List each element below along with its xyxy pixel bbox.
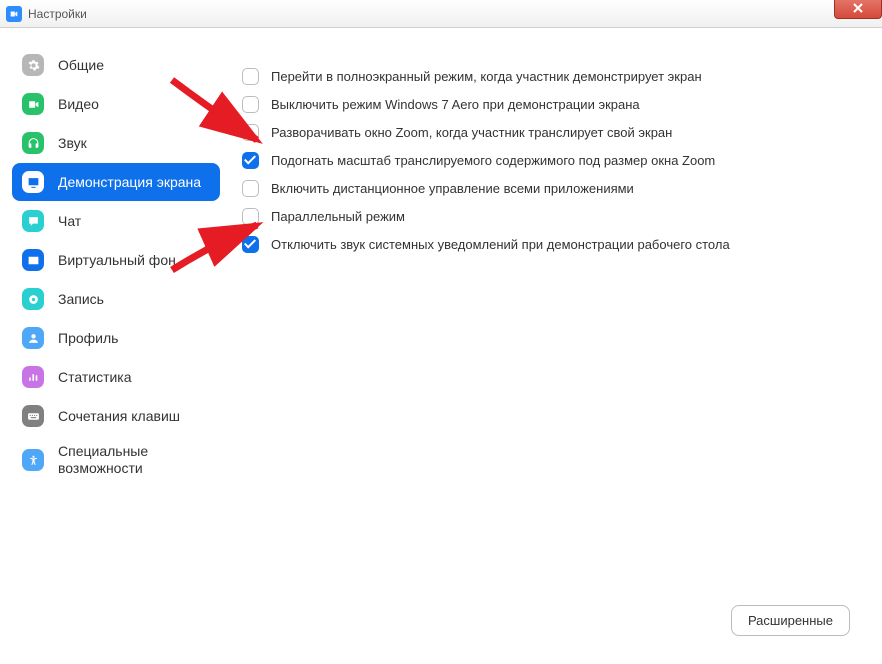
record-icon [22,288,44,310]
video-icon [22,93,44,115]
option-label: Перейти в полноэкранный режим, когда уча… [271,69,702,84]
sidebar-item-label: Общие [58,57,104,74]
sidebar-item-7[interactable]: Профиль [12,319,220,357]
sidebar-item-label: Статистика [58,369,132,386]
sidebar-item-8[interactable]: Статистика [12,358,220,396]
virtual-bg-icon [22,249,44,271]
sidebar-item-label: Звук [58,135,87,152]
chat-icon [22,210,44,232]
option-label: Параллельный режим [271,209,405,224]
option-row-1: Выключить режим Windows 7 Aero при демон… [242,96,852,113]
options-list: Перейти в полноэкранный режим, когда уча… [232,68,852,253]
close-button[interactable] [834,0,882,19]
sidebar-item-label: Профиль [58,330,118,347]
keyboard-icon [22,405,44,427]
option-row-0: Перейти в полноэкранный режим, когда уча… [242,68,852,85]
sidebar-item-label: Чат [58,213,81,230]
option-checkbox-3[interactable] [242,152,259,169]
sidebar-item-9[interactable]: Сочетания клавиш [12,397,220,435]
sidebar-item-5[interactable]: Виртуальный фон [12,241,220,279]
profile-icon [22,327,44,349]
option-label: Подогнать масштаб транслируемого содержи… [271,153,715,168]
stats-icon [22,366,44,388]
option-checkbox-6[interactable] [242,236,259,253]
option-label: Включить дистанционное управление всеми … [271,181,634,196]
option-label: Разворачивать окно Zoom, когда участник … [271,125,672,140]
content-area: Общие Видео Звук Демонстрация экрана Чат Вирт… [0,28,882,664]
option-row-2: Разворачивать окно Zoom, когда участник … [242,124,852,141]
option-row-5: Параллельный режим [242,208,852,225]
advanced-button[interactable]: Расширенные [731,605,850,636]
main-panel: Перейти в полноэкранный режим, когда уча… [232,28,882,664]
sidebar-item-label: Видео [58,96,99,113]
sidebar-item-1[interactable]: Видео [12,85,220,123]
option-checkbox-2[interactable] [242,124,259,141]
sidebar-item-3[interactable]: Демонстрация экрана [12,163,220,201]
option-row-6: Отключить звук системных уведомлений при… [242,236,852,253]
sidebar-item-label: Запись [58,291,104,308]
option-row-4: Включить дистанционное управление всеми … [242,180,852,197]
option-label: Отключить звук системных уведомлений при… [271,237,730,252]
option-checkbox-5[interactable] [242,208,259,225]
sidebar-item-label: Виртуальный фон [58,252,176,269]
sidebar-item-10[interactable]: Специальные возможности [12,436,220,484]
option-checkbox-0[interactable] [242,68,259,85]
share-screen-icon [22,171,44,193]
sidebar-item-6[interactable]: Запись [12,280,220,318]
option-row-3: Подогнать масштаб транслируемого содержи… [242,152,852,169]
accessibility-icon [22,449,44,471]
headphones-icon [22,132,44,154]
option-checkbox-4[interactable] [242,180,259,197]
app-icon [6,6,22,22]
sidebar-item-0[interactable]: Общие [12,46,220,84]
option-checkbox-1[interactable] [242,96,259,113]
sidebar-item-label: Специальные возможности [58,443,210,477]
option-label: Выключить режим Windows 7 Aero при демон… [271,97,640,112]
sidebar-item-4[interactable]: Чат [12,202,220,240]
titlebar: Настройки [0,0,882,28]
sidebar-item-2[interactable]: Звук [12,124,220,162]
sidebar-item-label: Демонстрация экрана [58,174,201,191]
window-title: Настройки [28,7,87,21]
sidebar-item-label: Сочетания клавиш [58,408,180,425]
sidebar: Общие Видео Звук Демонстрация экрана Чат Вирт… [0,28,232,664]
gear-icon [22,54,44,76]
